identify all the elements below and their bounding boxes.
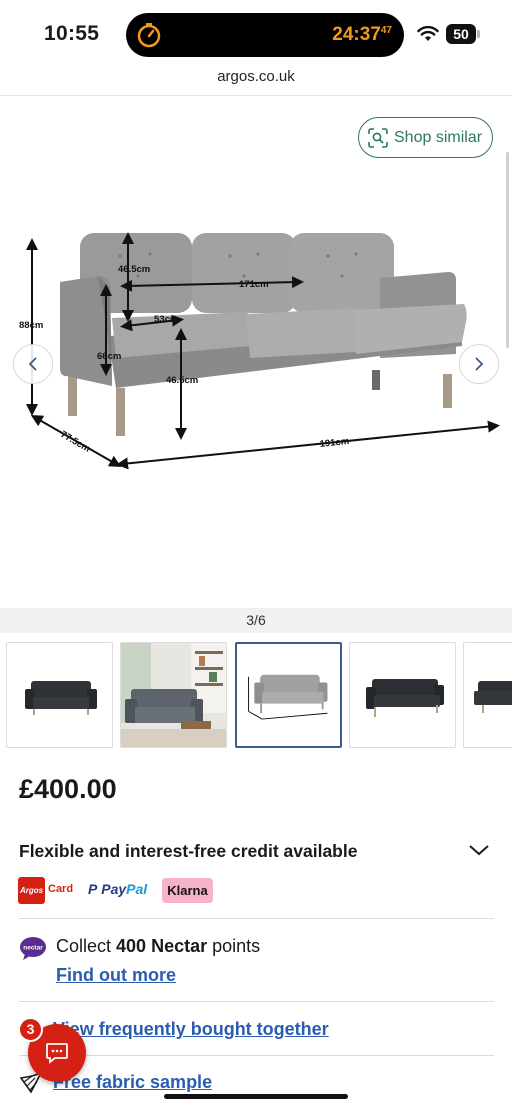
- sofa-angled-thumbnail: [366, 679, 444, 717]
- home-indicator[interactable]: [164, 1094, 348, 1099]
- nectar-logo-icon: nectar: [20, 937, 46, 960]
- visual-search-icon: [368, 127, 388, 148]
- image-counter: 3/6: [0, 608, 512, 633]
- shop-similar-label: Shop similar: [394, 128, 483, 146]
- dynamic-island[interactable]: 24:3747: [126, 13, 404, 57]
- paypal-icon: P: [88, 881, 98, 897]
- free-fabric-sample-link[interactable]: Free fabric sample: [53, 1072, 212, 1093]
- klarna-logo: Klarna: [162, 878, 213, 903]
- thumbnail-5[interactable]: [463, 642, 512, 748]
- chat-notification-badge: 3: [18, 1017, 43, 1042]
- nectar-points-text: Collect 400 Nectar points: [56, 936, 261, 956]
- dimension-height: 88cm: [19, 320, 43, 331]
- next-image-button[interactable]: [459, 344, 499, 384]
- dimension-inner-width: 171cm: [239, 279, 269, 290]
- dimension-arm-height: 66cm: [97, 351, 121, 362]
- svg-text:nectar: nectar: [23, 945, 43, 952]
- wifi-icon: [417, 26, 439, 41]
- dimension-width: 191cm: [319, 436, 350, 450]
- argos-card-logo: Argos Card: [18, 877, 74, 904]
- dimension-depth: 77.5cm: [59, 429, 92, 455]
- chevron-left-icon: [28, 357, 37, 371]
- find-out-more-link[interactable]: Find out more: [56, 965, 176, 986]
- shop-similar-button[interactable]: Shop similar: [358, 117, 493, 158]
- thumbnail-strip[interactable]: [6, 642, 512, 748]
- chat-icon: [46, 1043, 68, 1064]
- divider: [19, 1001, 494, 1002]
- previous-image-button[interactable]: [13, 344, 53, 384]
- battery-level: 50: [446, 24, 476, 44]
- payment-options: Argos Card P PayPal Klarna: [18, 877, 318, 904]
- sofa-thumbnail-image: [25, 681, 97, 715]
- battery-icon: 50: [446, 24, 480, 44]
- status-time: 10:55: [44, 22, 100, 45]
- dimension-seat-height: 46.5cm: [166, 375, 198, 386]
- sofa-dimensions-thumbnail: [248, 674, 328, 720]
- url-bar[interactable]: argos.co.uk: [0, 68, 512, 85]
- thumbnail-3-active[interactable]: [235, 642, 342, 748]
- dimension-back-height: 46.5cm: [118, 264, 150, 275]
- page-scrollbar[interactable]: [506, 152, 509, 348]
- product-image-gallery[interactable]: 46.5cm 171cm 88cm 53cm 66cm 46.5cm 77.5c…: [0, 96, 512, 608]
- divider: [19, 1055, 494, 1056]
- thumbnail-2[interactable]: [120, 642, 227, 748]
- sofa-side-thumbnail: [474, 681, 512, 713]
- status-bar: 10:55 24:3747 50: [0, 0, 512, 66]
- dimension-seat-depth: 53cm: [154, 314, 178, 325]
- credit-options-heading[interactable]: Flexible and interest-free credit availa…: [19, 841, 357, 862]
- chevron-right-icon: [475, 357, 484, 371]
- thumbnail-4[interactable]: [349, 642, 456, 748]
- room-scene-image: [121, 643, 226, 747]
- chevron-down-icon[interactable]: [468, 840, 490, 860]
- frequently-bought-together-link[interactable]: View frequently bought together: [53, 1019, 329, 1040]
- timer-readout: 24:3747: [332, 24, 392, 45]
- sofa-dimensions-image: 46.5cm 171cm 88cm 53cm 66cm 46.5cm 77.5c…: [19, 232, 500, 470]
- thumbnail-1[interactable]: [6, 642, 113, 748]
- timer-icon: [137, 23, 161, 48]
- paypal-logo: P PayPal: [88, 881, 148, 897]
- product-price: £400.00: [19, 774, 117, 804]
- divider: [19, 918, 494, 919]
